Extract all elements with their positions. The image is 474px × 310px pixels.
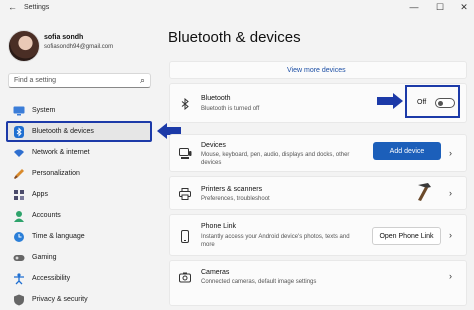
printers-title: Printers & scanners: [201, 186, 263, 193]
apps-icon: [12, 188, 26, 202]
chevron-right-icon[interactable]: ›: [449, 188, 452, 198]
devices-icon: [178, 147, 192, 161]
sidebar-nav: System Bluetooth & devices Network & int…: [6, 100, 158, 310]
sidebar-item-label: Gaming: [32, 254, 57, 261]
wifi-icon: [12, 146, 26, 160]
gamepad-icon: [12, 251, 26, 265]
close-icon[interactable]: ✕: [458, 2, 470, 13]
maximize-icon[interactable]: ☐: [434, 2, 446, 13]
sidebar-item-privacy-security[interactable]: Privacy & security: [8, 289, 158, 310]
bluetooth-toggle-highlight: Off: [405, 85, 460, 118]
sidebar-item-label: Time & language: [32, 233, 85, 240]
user-profile[interactable]: sofia sondh sofiasondh94@gmail.com: [8, 30, 113, 62]
bluetooth-title: Bluetooth: [201, 95, 231, 102]
open-phone-link-button[interactable]: Open Phone Link: [372, 227, 441, 245]
sidebar-item-gaming[interactable]: Gaming: [8, 247, 158, 268]
globe-clock-icon: [12, 230, 26, 244]
sidebar-item-label: Privacy & security: [32, 296, 88, 303]
sidebar-item-label: System: [32, 107, 56, 114]
person-icon: [12, 209, 26, 223]
chevron-right-icon[interactable]: ›: [449, 148, 452, 158]
page-title: Bluetooth & devices: [168, 29, 301, 46]
bluetooth-subtitle: Bluetooth is turned off: [201, 106, 260, 112]
annotation-arrow-right-icon: [377, 93, 403, 109]
devices-subtitle-line2: devices: [201, 160, 222, 166]
shield-icon: [12, 293, 26, 307]
hammer-logo-icon: [418, 183, 431, 201]
sidebar-item-apps[interactable]: Apps: [8, 184, 158, 205]
brush-icon: [12, 167, 26, 181]
sidebar-item-label: Personalization: [32, 170, 80, 177]
printer-icon: [178, 187, 192, 201]
search-input[interactable]: Find a setting ⌕: [8, 73, 151, 88]
printers-subtitle: Preferences, troubleshoot: [201, 196, 270, 202]
devices-title: Devices: [201, 142, 226, 149]
phone-link-subtitle-line2: more: [201, 242, 215, 248]
add-device-button[interactable]: Add device: [373, 142, 441, 160]
sidebar-item-accounts[interactable]: Accounts: [8, 205, 158, 226]
cameras-title: Cameras: [201, 269, 230, 276]
profile-email: sofiasondh94@gmail.com: [44, 44, 114, 50]
bluetooth-icon: [12, 125, 26, 139]
sidebar-item-time-language[interactable]: Time & language: [8, 226, 158, 247]
toggle-state-label: Off: [417, 99, 427, 106]
phone-link-title: Phone Link: [201, 223, 237, 230]
bluetooth-icon: [178, 97, 192, 111]
sidebar-item-bluetooth-devices[interactable]: Bluetooth & devices: [6, 121, 152, 142]
minimize-icon[interactable]: —: [408, 2, 420, 12]
back-arrow-icon[interactable]: ←: [8, 2, 17, 12]
sidebar-item-system[interactable]: System: [8, 100, 158, 121]
camera-icon: [178, 270, 192, 284]
chevron-right-icon[interactable]: ›: [449, 230, 452, 240]
sidebar-item-label: Accessibility: [32, 275, 71, 282]
avatar[interactable]: [8, 30, 40, 62]
sidebar-item-network[interactable]: Network & internet: [8, 142, 158, 163]
cameras-subtitle: Connected cameras, default image setting…: [201, 279, 317, 285]
sidebar-item-label: Bluetooth & devices: [32, 128, 94, 135]
profile-name: sofia sondh: [44, 34, 84, 41]
sidebar-item-label: Accounts: [32, 212, 61, 219]
sidebar-item-personalization[interactable]: Personalization: [8, 163, 158, 184]
search-icon: ⌕: [139, 75, 145, 85]
title-bar: ← Settings — ☐ ✕: [0, 0, 474, 16]
sidebar-item-label: Network & internet: [32, 149, 90, 156]
window-title: Settings: [24, 4, 50, 11]
search-placeholder: Find a setting: [14, 77, 57, 84]
view-more-devices-card[interactable]: View more devices: [169, 61, 467, 79]
accessibility-icon: [12, 272, 26, 286]
view-more-devices-link[interactable]: View more devices: [287, 67, 346, 74]
devices-subtitle-line1: Mouse, keyboard, pen, audio, displays an…: [201, 152, 350, 158]
sidebar-item-accessibility[interactable]: Accessibility: [8, 268, 158, 289]
sidebar-item-label: Apps: [32, 191, 48, 198]
phone-link-subtitle-line1: Instantly access your Android device's p…: [201, 234, 350, 240]
bluetooth-toggle[interactable]: [435, 98, 455, 108]
monitor-icon: [12, 104, 26, 118]
cameras-card[interactable]: Cameras Connected cameras, default image…: [169, 260, 467, 306]
phone-icon: [178, 229, 192, 243]
chevron-right-icon[interactable]: ›: [449, 271, 452, 281]
toggle-knob: [438, 101, 443, 106]
